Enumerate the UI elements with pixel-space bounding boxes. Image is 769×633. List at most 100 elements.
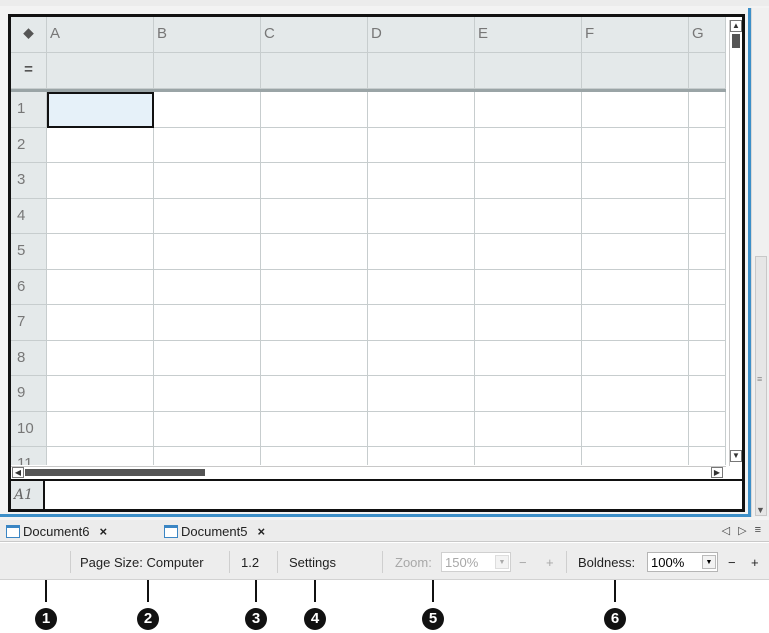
formula-cell[interactable]	[47, 53, 154, 89]
cell[interactable]	[368, 376, 475, 412]
cell[interactable]	[368, 92, 475, 128]
page-vertical-scrollbar[interactable]: ≡ ▼	[751, 8, 769, 517]
cell[interactable]	[154, 198, 261, 234]
cell[interactable]	[154, 340, 261, 376]
horizontal-scroll-thumb[interactable]	[25, 469, 205, 476]
cell[interactable]	[368, 234, 475, 270]
cell[interactable]	[47, 340, 154, 376]
chevron-down-icon[interactable]: ▼	[495, 555, 509, 569]
zoom-in-button[interactable]: +	[546, 555, 554, 570]
cell[interactable]	[154, 376, 261, 412]
cell[interactable]	[475, 234, 582, 270]
row-number[interactable]: 9	[11, 376, 47, 412]
column-header[interactable]: D	[368, 17, 475, 53]
cell[interactable]	[689, 376, 726, 412]
cell[interactable]	[261, 234, 368, 270]
cell[interactable]	[368, 411, 475, 447]
boldness-increase-button[interactable]: +	[751, 555, 759, 570]
cell[interactable]	[475, 92, 582, 128]
selected-cell[interactable]	[47, 92, 154, 128]
cell[interactable]	[261, 269, 368, 305]
formula-cell[interactable]	[689, 53, 726, 89]
cell[interactable]	[154, 269, 261, 305]
cell[interactable]	[154, 411, 261, 447]
cell[interactable]	[475, 376, 582, 412]
formula-cell[interactable]	[261, 53, 368, 89]
cell[interactable]	[154, 92, 261, 128]
cell[interactable]	[689, 234, 726, 270]
formula-cell[interactable]	[582, 53, 689, 89]
cell[interactable]	[47, 411, 154, 447]
cell[interactable]	[261, 163, 368, 199]
cell[interactable]	[261, 127, 368, 163]
cell[interactable]	[154, 305, 261, 341]
tab-document5[interactable]: Document5 ×	[164, 520, 265, 542]
cell[interactable]	[689, 269, 726, 305]
cell[interactable]	[689, 447, 726, 465]
cell[interactable]	[582, 305, 689, 341]
cell[interactable]	[582, 234, 689, 270]
cell[interactable]	[582, 269, 689, 305]
cell[interactable]	[475, 447, 582, 465]
cell[interactable]	[475, 411, 582, 447]
cell[interactable]	[689, 411, 726, 447]
cell[interactable]	[582, 340, 689, 376]
cell[interactable]	[475, 269, 582, 305]
vertical-scroll-thumb[interactable]	[732, 34, 740, 48]
cell[interactable]	[582, 376, 689, 412]
cell[interactable]	[689, 198, 726, 234]
cell[interactable]	[47, 163, 154, 199]
cell[interactable]	[368, 198, 475, 234]
column-header[interactable]: A	[47, 17, 154, 53]
column-header[interactable]: G	[689, 17, 726, 53]
cell[interactable]	[582, 163, 689, 199]
cell[interactable]	[47, 234, 154, 270]
cell[interactable]	[475, 305, 582, 341]
row-number[interactable]: 3	[11, 163, 47, 199]
cell[interactable]	[47, 305, 154, 341]
spreadsheet[interactable]: ◆ A B C D E F G = 1 2 3 4 5 6 7 8 9 10 11 ▲ ▼ ◀ ▶ A1	[8, 14, 745, 512]
boldness-select[interactable]: 100% ▼	[647, 552, 718, 572]
cell[interactable]	[154, 234, 261, 270]
cell[interactable]	[582, 92, 689, 128]
cell[interactable]	[47, 127, 154, 163]
tab-menu-icon[interactable]: ≡	[755, 524, 761, 537]
close-icon[interactable]: ×	[257, 524, 265, 539]
cell[interactable]	[582, 447, 689, 465]
scroll-up-icon[interactable]: ▲	[730, 20, 742, 32]
cell[interactable]	[47, 376, 154, 412]
row-number[interactable]: 5	[11, 234, 47, 270]
cell[interactable]	[368, 163, 475, 199]
cell[interactable]	[475, 127, 582, 163]
row-number[interactable]: 10	[11, 411, 47, 447]
column-header[interactable]: E	[475, 17, 582, 53]
zoom-out-button[interactable]: −	[519, 555, 527, 570]
row-number[interactable]: 4	[11, 198, 47, 234]
column-header[interactable]: F	[582, 17, 689, 53]
boldness-decrease-button[interactable]: −	[728, 555, 736, 570]
row-number[interactable]: 8	[11, 340, 47, 376]
row-number[interactable]: 7	[11, 305, 47, 341]
page-scroll-down-icon[interactable]: ▼	[756, 505, 765, 515]
settings-button[interactable]: Settings	[289, 555, 336, 570]
cell[interactable]	[47, 269, 154, 305]
cell[interactable]	[261, 305, 368, 341]
cell[interactable]	[154, 447, 261, 465]
cell[interactable]	[368, 269, 475, 305]
cell[interactable]	[47, 447, 154, 465]
cell[interactable]	[689, 127, 726, 163]
cell[interactable]	[582, 411, 689, 447]
sheet-horizontal-scrollbar[interactable]: ◀ ▶	[11, 466, 726, 478]
cell[interactable]	[261, 411, 368, 447]
scroll-right-icon[interactable]: ▶	[711, 467, 723, 478]
cell[interactable]	[475, 163, 582, 199]
row-number[interactable]: 11	[11, 447, 47, 465]
entry-input[interactable]	[45, 481, 742, 509]
cell[interactable]	[475, 198, 582, 234]
sheet-vertical-scrollbar[interactable]: ▲ ▼	[729, 20, 742, 466]
tab-next-icon[interactable]: ▷	[738, 524, 746, 537]
scroll-left-icon[interactable]: ◀	[12, 467, 24, 478]
cell[interactable]	[582, 198, 689, 234]
cell[interactable]	[368, 447, 475, 465]
cell[interactable]	[368, 305, 475, 341]
